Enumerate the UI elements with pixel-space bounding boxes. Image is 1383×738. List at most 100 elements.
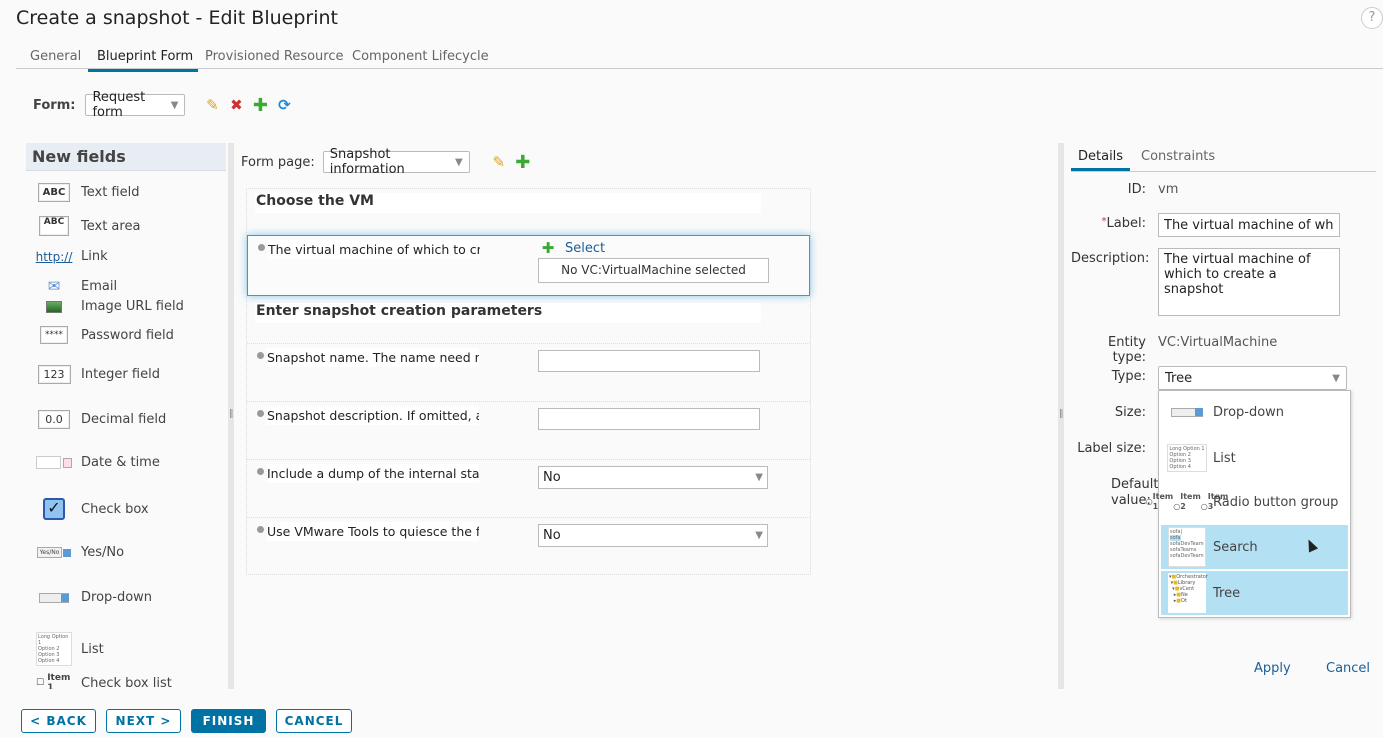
label-size-label: Label size: xyxy=(1077,441,1146,456)
label-input[interactable] xyxy=(1158,213,1340,237)
tab-blueprint-form[interactable]: Blueprint Form xyxy=(88,49,199,72)
add-icon[interactable]: ✚ xyxy=(539,239,557,257)
palette-item-drop-down[interactable]: Drop-down xyxy=(36,590,152,605)
help-icon[interactable]: ? xyxy=(1361,7,1383,29)
type-dropdown-list: Drop-down Long Option 1 Option 2 Option 3O… xyxy=(1145,390,1351,618)
edit-page-icon[interactable]: ✎ xyxy=(490,153,508,171)
palette-item-integer[interactable]: 123 Integer field xyxy=(36,365,160,384)
chevron-down-icon: ▼ xyxy=(170,99,179,111)
field-label: Snapshot description. If omitted, a defa… xyxy=(267,406,479,425)
description-label: Description: xyxy=(1071,251,1150,266)
tab-general[interactable]: General xyxy=(30,49,81,69)
field-label: The virtual machine of which to create a… xyxy=(268,240,480,259)
main-tabs: General Blueprint Form Provisioned Resou… xyxy=(16,44,1383,72)
type-option-search[interactable]: sofa| sofa sofaDevTeam sofaTeams sofaDevTeam… xyxy=(1161,525,1348,569)
form-field-memory-dump[interactable]: Include a dump of the internal state of … xyxy=(247,459,810,518)
palette-item-check-box-list[interactable]: ☐ Item 1 Check box list xyxy=(36,673,172,689)
tab-provisioned-resource[interactable]: Provisioned Resource xyxy=(205,49,344,69)
palette-item-yes-no[interactable]: Yes/No Yes/No xyxy=(36,545,124,560)
edit-icon[interactable]: ✎ xyxy=(203,96,221,114)
id-value: vm xyxy=(1158,182,1179,197)
right-splitter[interactable]: ‖ xyxy=(1058,143,1064,689)
section-choose-vm[interactable]: Choose the VM xyxy=(255,193,761,213)
type-select[interactable]: Tree ▼ xyxy=(1158,366,1347,390)
back-button[interactable]: < BACK xyxy=(21,709,96,733)
form-field-vm[interactable]: The virtual machine of which to create a… xyxy=(247,235,810,296)
snapshot-description-input[interactable] xyxy=(538,408,760,430)
type-label: Type: xyxy=(1111,369,1146,384)
default-value-label: Default value: xyxy=(1111,477,1159,508)
image-icon xyxy=(36,300,72,313)
palette-item-label: Text field xyxy=(81,185,140,200)
checkbox-icon: ✓ xyxy=(36,498,72,520)
palette-item-label: Drop-down xyxy=(81,590,153,605)
email-icon: ✉ xyxy=(47,277,61,295)
cancel-link[interactable]: Cancel xyxy=(1326,661,1370,676)
add-icon[interactable]: ✚ xyxy=(251,95,269,116)
section-parameters[interactable]: Enter snapshot creation parameters xyxy=(255,303,761,323)
next-button[interactable]: NEXT > xyxy=(106,709,181,733)
add-page-icon[interactable]: ✚ xyxy=(514,152,532,173)
palette-item-label: Image URL field xyxy=(81,299,184,314)
form-field-quiesce[interactable]: Use VMware Tools to quiesce the file sys… xyxy=(247,517,810,575)
type-option-radio-group[interactable]: ○ Item 1 ○ Item 2 ○ Item 3 Radio button gr… xyxy=(1145,485,1348,519)
palette-item-check-box[interactable]: ✓ Check box xyxy=(36,498,149,520)
tree-icon: ▾■Orchestrator ▾■Library ▾■vCent ▸■Ne ▸■… xyxy=(1167,573,1208,613)
palette-item-label: List xyxy=(81,641,104,657)
finish-button[interactable]: FINISH xyxy=(191,709,266,733)
palette-item-text-area[interactable]: ABC Text area xyxy=(36,216,140,236)
chevron-down-icon: ▼ xyxy=(755,530,763,541)
id-label: ID: xyxy=(1127,182,1146,197)
cancel-button[interactable]: CANCEL xyxy=(276,709,352,733)
form-field-snapshot-name[interactable]: Snapshot name. The name need not be uniq… xyxy=(247,343,810,402)
tab-details[interactable]: Details xyxy=(1071,149,1131,171)
select-link[interactable]: Select xyxy=(565,241,605,256)
calendar-icon xyxy=(36,456,72,469)
field-label: Snapshot name. The name need not be uniq… xyxy=(267,348,479,367)
palette-item-label: Decimal field xyxy=(81,412,167,427)
palette-item-email[interactable]: ✉ Email xyxy=(36,277,117,295)
password-icon: **** xyxy=(40,326,68,344)
field-label: Include a dump of the internal state of … xyxy=(267,464,479,483)
apply-link[interactable]: Apply xyxy=(1254,661,1291,676)
snapshot-name-input[interactable] xyxy=(538,350,760,372)
radio-group-icon: ○ Item 1 ○ Item 2 ○ Item 3 xyxy=(1145,492,1229,511)
option-label: Tree xyxy=(1213,585,1241,601)
type-select-value: Tree xyxy=(1165,370,1193,386)
form-page-label: Form page: xyxy=(241,154,315,170)
vm-selection-box[interactable]: No VC:VirtualMachine selected xyxy=(538,258,769,283)
refresh-icon[interactable]: ⟳ xyxy=(275,96,293,114)
form-page-select-value: Snapshot information xyxy=(329,147,405,177)
type-option-tree[interactable]: ▾■Orchestrator ▾■Library ▾■vCent ▸■Ne ▸■… xyxy=(1161,571,1348,615)
chevron-down-icon: ▼ xyxy=(755,472,763,483)
palette-item-link[interactable]: http:// Link xyxy=(36,249,108,264)
palette-item-decimal[interactable]: 0.0 Decimal field xyxy=(36,410,166,429)
palette-item-list[interactable]: Long Option 1 Option 2 Option 3 Option 4 Li… xyxy=(36,632,104,666)
delete-icon[interactable]: ✖ xyxy=(227,96,245,114)
entity-type-label: Entity type: xyxy=(1108,335,1146,365)
type-option-drop-down[interactable]: Drop-down xyxy=(1161,399,1348,425)
help-icon xyxy=(257,468,264,475)
description-textarea[interactable]: The virtual machine of which to create a… xyxy=(1158,248,1340,316)
palette-item-date-time[interactable]: Date & time xyxy=(36,455,160,470)
yes-no-icon: Yes/No xyxy=(36,547,72,558)
palette-item-image-url[interactable]: Image URL field xyxy=(36,299,184,314)
form-page-select[interactable]: Snapshot information ▼ xyxy=(322,147,470,177)
form-select[interactable]: Request form ▼ xyxy=(85,90,186,120)
tab-component-lifecycle[interactable]: Component Lifecycle xyxy=(352,49,489,69)
text-field-icon: ABC xyxy=(37,183,71,202)
option-label: Drop-down xyxy=(1213,404,1285,420)
type-option-list[interactable]: Long Option 1 Option 2 Option 3 Option 4 Li… xyxy=(1161,441,1348,475)
palette-item-label: Text area xyxy=(81,218,141,234)
tab-constraints[interactable]: Constraints xyxy=(1134,149,1222,168)
details-tabs: Details Constraints xyxy=(1071,149,1376,172)
left-splitter[interactable]: ‖ xyxy=(228,143,234,689)
form-page-bar: Form page: Snapshot information ▼ ✎ ✚ xyxy=(241,147,532,177)
memory-dump-select[interactable]: No ▼ xyxy=(538,466,768,489)
form-field-snapshot-description[interactable]: Snapshot description. If omitted, a defa… xyxy=(247,401,810,460)
palette-item-label: Yes/No xyxy=(81,545,125,560)
palette-item-password[interactable]: **** Password field xyxy=(36,326,174,344)
palette-item-text-field[interactable]: ABC Text field xyxy=(36,183,139,202)
quiesce-select[interactable]: No ▼ xyxy=(538,524,768,547)
help-icon xyxy=(257,410,264,417)
